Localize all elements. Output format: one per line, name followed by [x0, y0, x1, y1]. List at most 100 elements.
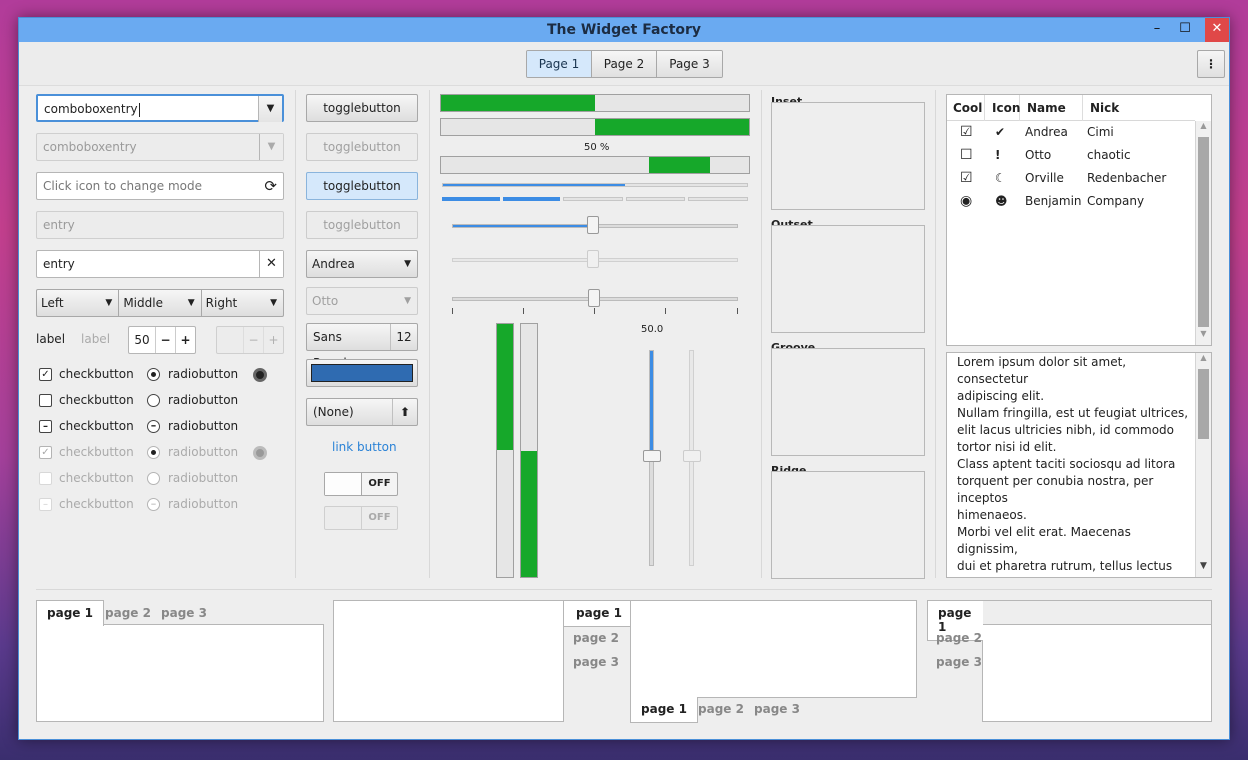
radio-indicator-icon[interactable] — [253, 368, 267, 382]
cool-toggle[interactable]: ☑ — [960, 121, 973, 144]
notebook-top-content — [36, 624, 324, 722]
checkbox-mixed-disabled: – — [39, 498, 52, 511]
maximize-button[interactable]: ☐ — [1173, 18, 1197, 42]
mode-entry[interactable]: Click icon to change mode ⟳ — [36, 172, 284, 200]
row-nick: Redenbacher — [1087, 171, 1167, 185]
separator — [761, 90, 762, 578]
tab-page3[interactable]: page 3 — [936, 655, 982, 669]
progress-bar-3 — [440, 156, 750, 174]
text-content: Lorem ipsum dolor sit amet, consectetur a… — [957, 354, 1189, 577]
checkbox-checked[interactable]: ✓ — [39, 368, 52, 381]
minus-icon[interactable]: − — [155, 327, 175, 353]
col-nick[interactable]: Nick — [1082, 95, 1119, 121]
entry-disabled: entry — [36, 211, 284, 239]
switch-off[interactable]: OFF — [324, 472, 398, 496]
check-label: checkbutton — [59, 445, 134, 459]
tab-page2[interactable]: page 2 — [936, 631, 982, 645]
chevron-down-icon: ▼ — [404, 259, 411, 269]
checkbox-mixed[interactable]: – — [39, 420, 52, 433]
checkbox-unchecked[interactable] — [39, 394, 52, 407]
separator — [429, 90, 430, 578]
text-scrollbar[interactable]: ▲ ▼ — [1195, 353, 1211, 577]
link-button[interactable]: link button — [332, 440, 397, 454]
scroll-up-icon: ▲ — [1200, 353, 1207, 362]
cool-toggle[interactable]: ☑ — [960, 167, 973, 190]
tab-page3[interactable]: page 3 — [573, 655, 619, 669]
name-combo[interactable]: Andrea ▼ — [306, 250, 418, 278]
tab-page2[interactable]: page 2 — [573, 631, 619, 645]
clear-icon[interactable]: ✕ — [259, 251, 283, 277]
page1-button[interactable]: Page 1 — [527, 51, 592, 77]
header-bar: Page 1 Page 2 Page 3 ⋮ — [19, 42, 1229, 86]
color-button[interactable] — [306, 359, 418, 387]
combo-left[interactable]: Left ▼ — [37, 290, 120, 316]
page3-button[interactable]: Page 3 — [657, 51, 722, 77]
slider-handle[interactable] — [643, 450, 661, 462]
font-button[interactable]: Sans Regular 12 — [306, 323, 418, 370]
radio-unselected[interactable] — [147, 394, 160, 407]
plus-icon[interactable]: + — [175, 327, 195, 353]
spin-button[interactable]: 50 − + — [128, 326, 196, 354]
close-button[interactable]: ✕ — [1205, 18, 1229, 42]
refresh-icon[interactable]: ⟳ — [264, 173, 277, 199]
vertical-progress-2 — [520, 323, 538, 578]
tab-page2[interactable]: page 2 — [105, 606, 151, 620]
table-row[interactable]: ☐! Otto chaotic — [947, 144, 1195, 167]
entry-clearable[interactable]: entry ✕ — [36, 250, 284, 278]
togglebutton[interactable]: togglebutton — [306, 94, 418, 122]
scale-value-label: 50.0 — [641, 324, 664, 335]
level-bar-discrete — [442, 197, 748, 201]
table-row[interactable]: ☑ ☾ Orville Redenbacher — [947, 167, 1195, 190]
table-row[interactable]: ☑ ✔ Andrea Cimi — [947, 121, 1195, 144]
check-label: checkbutton — [59, 419, 134, 433]
tab-page3[interactable]: page 3 — [161, 606, 207, 620]
slider-handle[interactable] — [587, 216, 599, 234]
text-view[interactable]: Lorem ipsum dolor sit amet, consectetur a… — [946, 352, 1212, 578]
tree-scrollbar[interactable]: ▲ ▼ — [1195, 121, 1211, 345]
cool-toggle[interactable]: ☐ — [960, 144, 973, 167]
col-name[interactable]: Name — [1027, 101, 1066, 115]
text-line: torquent per conubia nostra, per incepto… — [957, 474, 1154, 505]
chevron-down-icon: ▼ — [404, 296, 411, 306]
row-name: Benjamin — [1025, 194, 1082, 208]
vertical-progress-1 — [496, 323, 514, 578]
cool-toggle[interactable]: ◉ — [960, 190, 972, 213]
togglebutton-active[interactable]: togglebutton — [306, 172, 418, 200]
radio-label: radiobutton — [168, 419, 239, 433]
chevron-down-icon: ▼ — [270, 298, 277, 308]
name-combo-disabled: Otto ▼ — [306, 287, 418, 315]
checkbox-disabled — [39, 472, 52, 485]
radio-mixed-disabled: – — [147, 498, 160, 511]
minimize-button[interactable]: – — [1145, 18, 1169, 42]
col-icon[interactable]: Icon — [984, 95, 1020, 121]
menu-button[interactable]: ⋮ — [1197, 50, 1225, 78]
checkbox-checked-disabled: ✓ — [39, 446, 52, 459]
combo-right[interactable]: Right ▼ — [202, 290, 283, 316]
tab-page3[interactable]: page 3 — [754, 702, 800, 716]
radio-mixed[interactable]: – — [147, 420, 160, 433]
tab-page1[interactable]: page 1 — [564, 600, 635, 627]
col-cool[interactable]: Cool — [953, 101, 982, 115]
chevron-down-icon[interactable]: ▼ — [258, 96, 282, 122]
radio-selected[interactable] — [147, 368, 160, 381]
table-row[interactable]: ◉ ☻ Benjamin Company — [947, 190, 1195, 213]
title-bar[interactable]: The Widget Factory – ☐ ✕ — [19, 18, 1229, 42]
slider-handle[interactable] — [588, 289, 600, 307]
text-line: Morbi vel elit erat. Maecenas dignissim, — [957, 525, 1131, 556]
row-name: Orville — [1025, 171, 1064, 185]
comboboxentry-focused[interactable]: comboboxentry ▼ — [36, 94, 284, 122]
page2-button[interactable]: Page 2 — [592, 51, 657, 77]
file-chooser-button[interactable]: (None) ⬆ — [306, 398, 418, 426]
tab-page1[interactable]: page 1 — [36, 600, 104, 626]
tab-page2[interactable]: page 2 — [698, 702, 744, 716]
row-nick: chaotic — [1087, 148, 1131, 162]
notebook-left-content — [982, 624, 1212, 722]
window-title: The Widget Factory — [546, 22, 702, 38]
combo-middle[interactable]: Middle ▼ — [119, 290, 202, 316]
progress-label: 50 % — [584, 142, 610, 153]
radio-label: radiobutton — [168, 445, 239, 459]
togglebutton-disabled: togglebutton — [306, 133, 418, 161]
tree-header: Cool Icon Name Nick — [947, 95, 1195, 121]
tab-page1[interactable]: page 1 — [630, 697, 698, 723]
radio-label: radiobutton — [168, 367, 239, 381]
